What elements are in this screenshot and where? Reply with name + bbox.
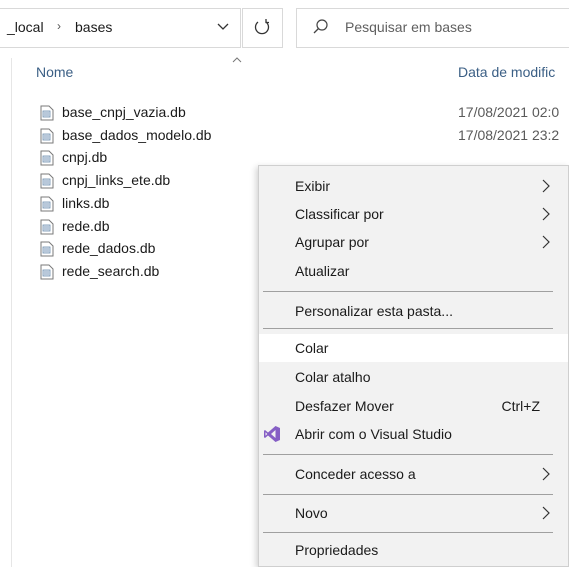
file-name: links.db — [62, 195, 110, 211]
database-file-icon — [40, 128, 54, 144]
menu-separator — [263, 291, 553, 292]
chevron-right-icon — [542, 207, 550, 221]
menu-item-novo[interactable]: Novo — [259, 499, 568, 527]
file-name: rede.db — [62, 218, 110, 234]
file-row[interactable]: base_dados_modelo.db — [40, 127, 240, 147]
database-file-icon — [40, 264, 54, 280]
sort-up-icon — [232, 57, 242, 63]
breadcrumb-current[interactable]: bases — [75, 19, 112, 35]
file-row[interactable]: rede_search.db — [40, 263, 240, 283]
chevron-right-icon — [542, 235, 550, 249]
menu-label: Personalizar esta pasta... — [295, 303, 453, 319]
menu-item-atualizar[interactable]: Atualizar — [259, 257, 568, 285]
refresh-icon — [254, 19, 270, 35]
file-row[interactable]: base_cnpj_vazia.db — [40, 104, 240, 124]
menu-item-personalizar[interactable]: Personalizar esta pasta... — [259, 297, 568, 325]
database-file-icon — [40, 150, 54, 166]
menu-item-abrir-visual-studio[interactable]: Abrir com o Visual Studio — [259, 420, 568, 448]
file-name: cnpj_links_ete.db — [62, 172, 171, 188]
chevron-down-icon[interactable] — [216, 19, 230, 33]
file-date: 17/08/2021 23:2 — [458, 127, 560, 143]
pane-divider — [11, 58, 12, 567]
menu-label: Conceder acesso a — [295, 466, 416, 482]
menu-item-conceder-acesso[interactable]: Conceder acesso a — [259, 460, 568, 488]
menu-label: Propriedades — [295, 542, 379, 558]
chevron-right-icon — [542, 467, 550, 481]
menu-item-colar[interactable]: Colar — [259, 334, 568, 362]
menu-label: Desfazer Mover — [295, 398, 394, 414]
file-name: base_dados_modelo.db — [62, 127, 212, 143]
chevron-right-icon — [542, 179, 550, 193]
breadcrumb-chevron-icon: › — [57, 19, 61, 33]
menu-item-desfazer-mover[interactable]: Desfazer Mover Ctrl+Z — [259, 392, 568, 420]
file-name: base_cnpj_vazia.db — [62, 104, 186, 120]
menu-separator — [263, 532, 553, 533]
menu-label: Novo — [295, 505, 328, 521]
column-header-name[interactable]: Nome — [36, 64, 73, 80]
database-file-icon — [40, 173, 54, 189]
database-file-icon — [40, 241, 54, 257]
menu-label: Classificar por — [295, 206, 384, 222]
search-icon — [313, 19, 328, 34]
menu-item-exibir[interactable]: Exibir — [259, 172, 568, 200]
menu-label: Exibir — [295, 178, 331, 194]
chevron-right-icon — [542, 506, 550, 520]
menu-item-propriedades[interactable]: Propriedades — [259, 536, 568, 564]
file-row[interactable]: rede.db — [40, 218, 240, 238]
breadcrumb-parent[interactable]: _local — [7, 19, 44, 35]
database-file-icon — [40, 219, 54, 235]
file-row[interactable]: links.db — [40, 195, 240, 215]
menu-label: Colar atalho — [295, 369, 371, 385]
context-menu: Exibir Classificar por Agrupar por Atual… — [258, 165, 569, 567]
file-name: cnpj.db — [62, 149, 108, 165]
file-row[interactable]: cnpj_links_ete.db — [40, 172, 240, 192]
file-name: rede_search.db — [62, 263, 160, 279]
visual-studio-icon — [264, 426, 280, 442]
menu-item-classificar[interactable]: Classificar por — [259, 200, 568, 228]
menu-label: Atualizar — [295, 263, 350, 279]
database-file-icon — [40, 196, 54, 212]
menu-separator — [263, 328, 553, 329]
menu-item-agrupar[interactable]: Agrupar por — [259, 228, 568, 256]
search-input[interactable] — [345, 19, 545, 35]
menu-label: Agrupar por — [295, 234, 369, 250]
file-date: 17/08/2021 02:0 — [458, 104, 560, 120]
menu-separator — [263, 454, 553, 455]
file-row[interactable]: cnpj.db — [40, 149, 240, 169]
address-toolbar: _local › bases — [0, 0, 569, 58]
database-file-icon — [40, 105, 54, 121]
column-header-date[interactable]: Data de modific — [458, 64, 555, 80]
menu-separator — [263, 494, 553, 495]
file-row[interactable]: rede_dados.db — [40, 240, 240, 260]
file-name: rede_dados.db — [62, 240, 156, 256]
menu-shortcut: Ctrl+Z — [501, 398, 541, 414]
menu-label: Abrir com o Visual Studio — [295, 426, 452, 442]
menu-label: Colar — [295, 340, 329, 356]
menu-item-colar-atalho[interactable]: Colar atalho — [259, 363, 568, 391]
